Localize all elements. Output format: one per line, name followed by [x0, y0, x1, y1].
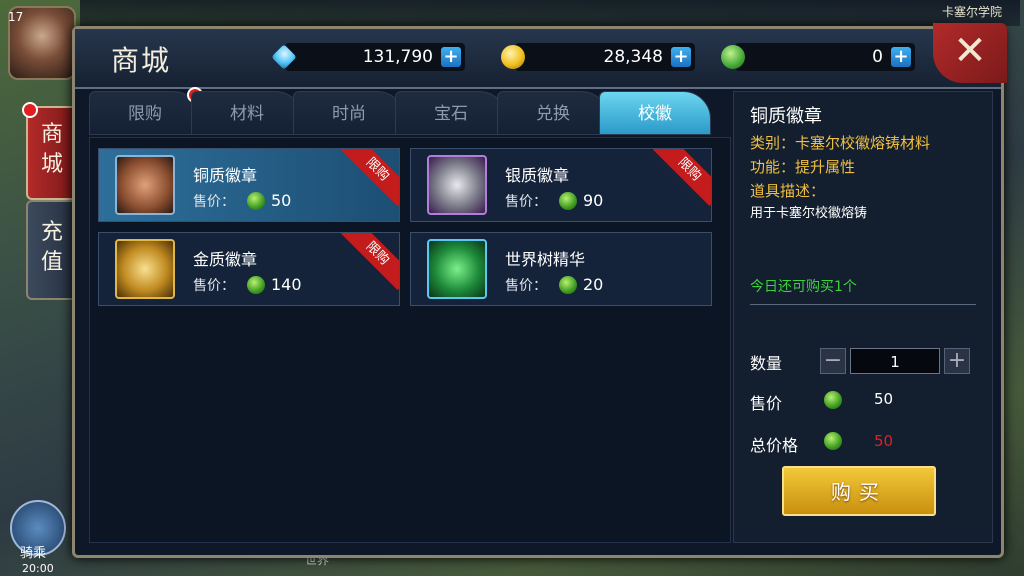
currency-gold: 28,348 + [501, 43, 695, 71]
item-card-gold-badge[interactable]: 金质徽章 售价： 140 限购 [98, 232, 400, 306]
silver-badge-icon [427, 155, 487, 215]
side-tab-recharge-label: 充值 [40, 220, 63, 275]
item-price: 20 [583, 275, 604, 294]
item-price: 50 [271, 191, 292, 210]
notification-dot [22, 102, 38, 118]
detail-category: 类别：卡塞尔校徽熔铸材料 [750, 134, 931, 152]
item-name: 银质徽章 [505, 166, 570, 185]
diamond-balance: 131,790 [362, 47, 433, 67]
shop-tabs: 限购 材料 时尚 宝石 兑换 校徽 [89, 87, 725, 135]
world-tree-essence-icon [427, 239, 487, 299]
gold-balance: 28,348 [603, 47, 663, 67]
divider [750, 304, 976, 305]
quantity-label: 数量 [750, 354, 783, 373]
quantity-input[interactable]: 1 [850, 348, 940, 374]
clock: 20:00 [22, 562, 54, 575]
tab-limited[interactable]: 限购 [89, 91, 201, 135]
shop-panel: 商城 131,790 + 28,348 + 0 + ✕ 限购 材料 时尚 宝石 … [72, 23, 1007, 558]
tab-fashion[interactable]: 时尚 [293, 91, 405, 135]
tab-exchange[interactable]: 兑换 [497, 91, 609, 135]
detail-title: 铜质徽章 [750, 106, 822, 127]
close-icon: ✕ [953, 28, 987, 74]
limited-badge: 限购 [340, 233, 399, 291]
gold-badge-icon [115, 239, 175, 299]
unit-price-label: 售价 [750, 394, 783, 413]
close-button[interactable]: ✕ [933, 23, 1007, 83]
shop-header: 商城 131,790 + 28,348 + 0 + ✕ [75, 23, 1007, 89]
bronze-badge-icon [115, 155, 175, 215]
tab-materials[interactable]: 材料 [191, 91, 303, 135]
item-card-world-tree-essence[interactable]: 世界树精华 售价： 20 [410, 232, 712, 306]
shop-title: 商城 [111, 44, 172, 77]
item-name: 金质徽章 [193, 250, 258, 269]
item-price-label: 售价： [505, 278, 547, 294]
buy-button[interactable]: 购买 [782, 466, 936, 516]
item-grid: 铜质徽章 售价： 50 限购 银质徽章 售价： 90 限购 金质徽章 售价： 1… [89, 137, 731, 543]
green-coin-icon [247, 192, 265, 210]
add-gold-button[interactable]: + [671, 47, 691, 67]
mount-label: 骑乘 [20, 546, 47, 561]
green-coin-icon [824, 432, 842, 450]
green-coin-icon [247, 276, 265, 294]
green-coin-icon [559, 276, 577, 294]
diamond-icon [271, 44, 297, 70]
add-diamond-button[interactable]: + [441, 47, 461, 67]
item-price: 140 [271, 275, 302, 294]
item-price: 90 [583, 191, 604, 210]
detail-function: 功能：提升属性 [750, 158, 856, 176]
detail-description: 用于卡塞尔校徽熔铸 [750, 206, 868, 221]
green-coin-icon [824, 391, 842, 409]
currency-green: 0 + [721, 43, 915, 71]
item-price-label: 售价： [505, 194, 547, 210]
item-price-label: 售价： [193, 194, 235, 210]
green-coin-icon [559, 192, 577, 210]
add-green-button[interactable]: + [891, 47, 911, 67]
quantity-minus-button[interactable]: − [820, 348, 846, 374]
side-tab-shop-label: 商城 [40, 122, 63, 177]
item-price-label: 售价： [193, 278, 235, 294]
item-card-silver-badge[interactable]: 银质徽章 售价： 90 限购 [410, 148, 712, 222]
player-level: 17 [8, 10, 24, 24]
limited-badge: 限购 [652, 149, 711, 207]
green-coin-icon [721, 45, 745, 69]
total-price-value: 50 [874, 432, 894, 450]
tab-badges[interactable]: 校徽 [599, 91, 711, 135]
item-name: 世界树精华 [505, 250, 586, 269]
side-tab-shop[interactable]: 商城 [22, 102, 78, 200]
quantity-plus-button[interactable]: + [944, 348, 970, 374]
item-name: 铜质徽章 [193, 166, 258, 185]
purchase-limit-text: 今日还可购买1个 [750, 279, 857, 295]
green-balance: 0 [872, 47, 883, 67]
gold-coin-icon [501, 45, 525, 69]
side-tab-recharge[interactable]: 充值 [26, 200, 78, 300]
currency-diamond: 131,790 + [271, 43, 465, 71]
item-card-bronze-badge[interactable]: 铜质徽章 售价： 50 限购 [98, 148, 400, 222]
tab-gems[interactable]: 宝石 [395, 91, 507, 135]
zone-name: 卡塞尔学院 [941, 5, 1002, 19]
top-hud-bar [80, 0, 1020, 26]
total-price-label: 总价格 [750, 436, 799, 455]
unit-price-value: 50 [874, 390, 894, 408]
detail-desc-label: 道具描述： [750, 182, 826, 200]
limited-badge: 限购 [340, 149, 399, 207]
item-detail-panel: 铜质徽章 类别：卡塞尔校徽熔铸材料 功能：提升属性 道具描述： 用于卡塞尔校徽熔… [733, 91, 993, 543]
